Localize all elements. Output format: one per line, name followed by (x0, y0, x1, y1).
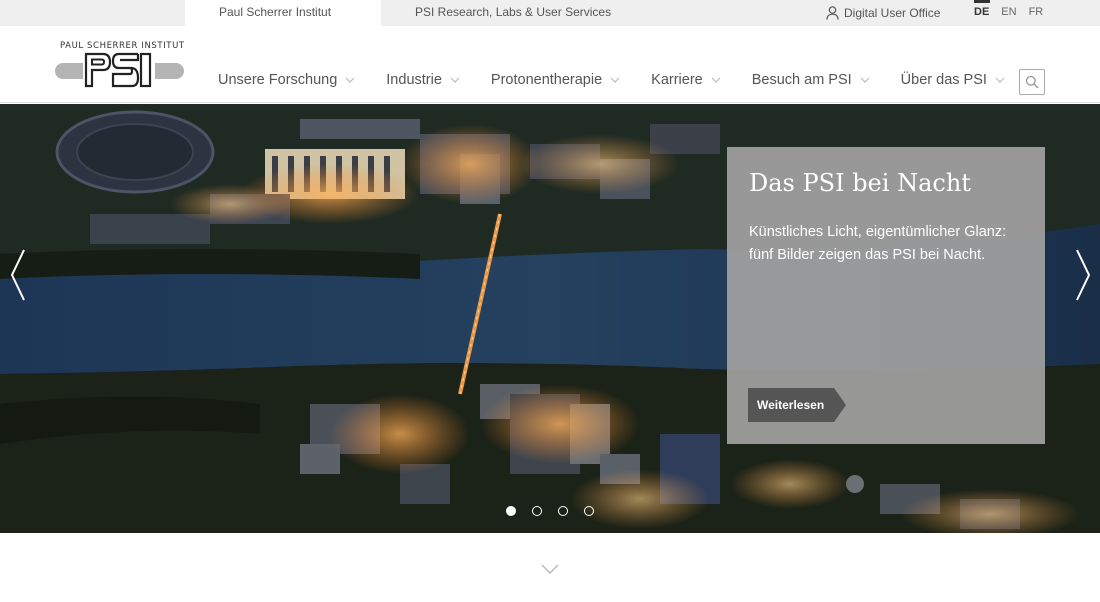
hero-title: Das PSI bei Nacht (749, 169, 971, 197)
nav-item-label: Über das PSI (900, 72, 987, 88)
chevron-down-icon (995, 77, 1005, 83)
carousel-pagination (506, 506, 594, 516)
logo-institute-name: PAUL SCHERRER INSTITUT (60, 41, 185, 51)
site-header: PAUL SCHERRER INSTITUT Unsere Forschung … (0, 26, 1100, 103)
language-de[interactable]: DE (974, 0, 991, 26)
nav-item-label: Besuch am PSI (751, 72, 852, 88)
chevron-down-icon (711, 77, 721, 83)
nav-item-ueber-das-psi[interactable]: Über das PSI (901, 72, 1005, 88)
chevron-down-icon (450, 77, 460, 83)
search-button[interactable] (1019, 69, 1045, 95)
chevron-down-icon (345, 77, 355, 83)
nav-item-industrie[interactable]: Industrie (386, 72, 460, 88)
search-icon (1025, 75, 1039, 89)
nav-item-label: Industrie (386, 72, 442, 88)
nav-item-label: Protonentherapie (490, 72, 603, 88)
hero-text: Künstliches Licht, eigentümlicher Glanz:… (749, 224, 1007, 263)
read-more-button[interactable]: Weiterlesen (748, 388, 847, 422)
psi-logo[interactable]: PAUL SCHERRER INSTITUT (55, 41, 185, 91)
language-fr[interactable]: FR (1029, 0, 1044, 26)
chevron-right-icon (1076, 249, 1091, 301)
nav-item-label: Karriere (651, 72, 703, 88)
hero-teaser-box: Das PSI bei Nacht Künstliches Licht, eig… (727, 147, 1045, 444)
tab-psi-research[interactable]: PSI Research, Labs & User Services (381, 0, 645, 26)
language-switcher: DE EN FR (974, 0, 1043, 26)
hero-carousel: Das PSI bei Nacht Künstliches Licht, eig… (0, 104, 1100, 533)
nav-item-karriere[interactable]: Karriere (651, 72, 721, 88)
nav-item-protonentherapie[interactable]: Protonentherapie (491, 72, 620, 88)
nav-item-label: Unsere Forschung (218, 72, 338, 88)
nav-item-unsere-forschung[interactable]: Unsere Forschung (218, 72, 355, 88)
carousel-dot-3[interactable] (558, 506, 568, 516)
main-navigation: Unsere Forschung Industrie Protonenthera… (218, 72, 1036, 88)
nav-item-besuch-am-psi[interactable]: Besuch am PSI (752, 72, 870, 88)
carousel-next-button[interactable] (1075, 249, 1091, 301)
chevron-left-icon (10, 249, 25, 301)
user-icon (826, 6, 839, 20)
top-utility-bar: Paul Scherrer Institut PSI PSI Research,… (0, 0, 1100, 44)
scroll-down-button[interactable] (541, 562, 559, 575)
carousel-dot-1[interactable] (506, 506, 516, 516)
carousel-prev-button[interactable] (10, 249, 26, 301)
tab-paul-scherrer-institut[interactable]: Paul Scherrer Institut PSI (185, 0, 381, 44)
digital-user-office-label: Digital User Office (844, 5, 941, 20)
chevron-down-icon (610, 77, 620, 83)
chevron-down-icon (541, 564, 559, 575)
language-en[interactable]: EN (1001, 0, 1016, 26)
chevron-down-icon (860, 77, 870, 83)
carousel-dot-4[interactable] (584, 506, 594, 516)
carousel-dot-2[interactable] (532, 506, 542, 516)
logo-psi-mark (83, 51, 155, 88)
digital-user-office-link[interactable]: Digital User Office (826, 0, 940, 26)
